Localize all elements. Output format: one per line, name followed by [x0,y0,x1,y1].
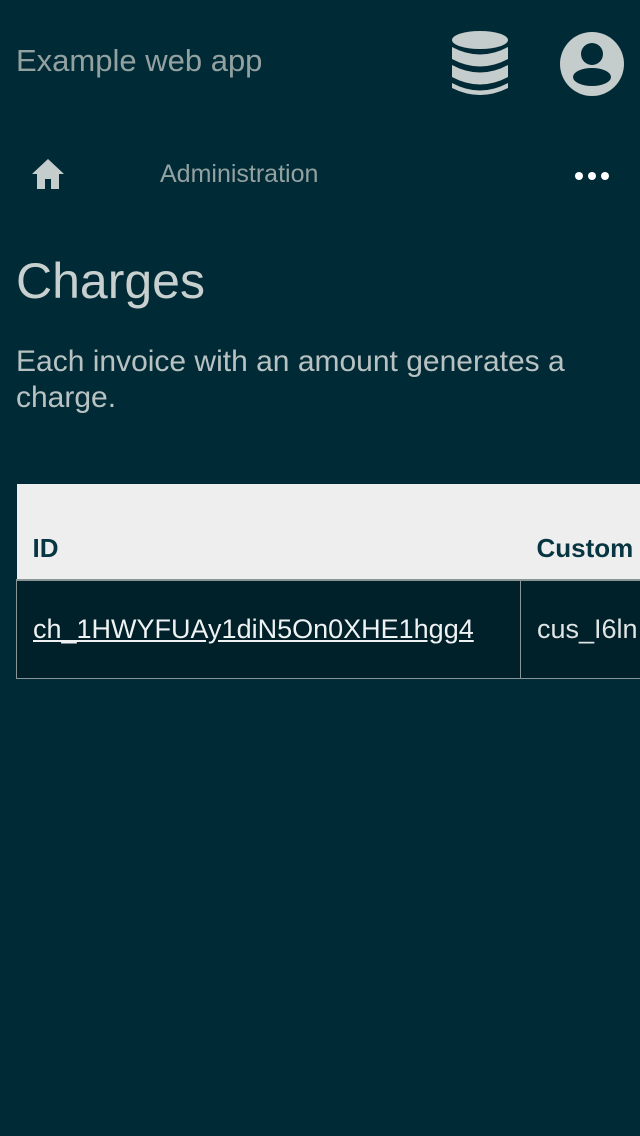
home-button[interactable] [30,157,66,191]
table-row: ch_1HWYFUAy1diN5On0XHE1hgg4 cus_I6ln [16,579,640,679]
app-root: Example web app Administration Charges E… [0,0,640,1136]
table-body: ch_1HWYFUAy1diN5On0XHE1hgg4 cus_I6ln [16,579,640,679]
cell-customer: cus_I6ln [520,579,640,679]
top-bar: Example web app [0,0,640,124]
table-header: ID Custom [16,484,640,581]
more-horizontal-icon [575,172,609,180]
cell-charge-id: ch_1HWYFUAy1diN5On0XHE1hgg4 [16,579,521,679]
charges-table-container[interactable]: ID Custom ch_1HWYFUAy1diN5On0XHE1hgg4 cu… [16,484,640,684]
page-title: Charges [16,253,205,309]
home-icon [32,159,64,189]
breadcrumb-nav: Administration [0,140,640,210]
charges-table: ID Custom ch_1HWYFUAy1diN5On0XHE1hgg4 cu… [16,484,640,679]
more-menu-button[interactable] [572,164,612,188]
account-button[interactable] [558,30,626,98]
charge-id-link[interactable]: ch_1HWYFUAy1diN5On0XHE1hgg4 [33,614,474,644]
database-icon [452,31,508,95]
nav-link-administration[interactable]: Administration [160,160,318,189]
table-header-row: ID Custom [16,484,640,581]
page-description: Each invoice with an amount generates a … [16,345,565,414]
column-header-customer[interactable]: Custom [520,484,640,581]
account-circle-icon [560,32,624,96]
app-title: Example web app [16,43,263,78]
database-button[interactable] [450,30,510,98]
column-header-id[interactable]: ID [16,484,521,581]
